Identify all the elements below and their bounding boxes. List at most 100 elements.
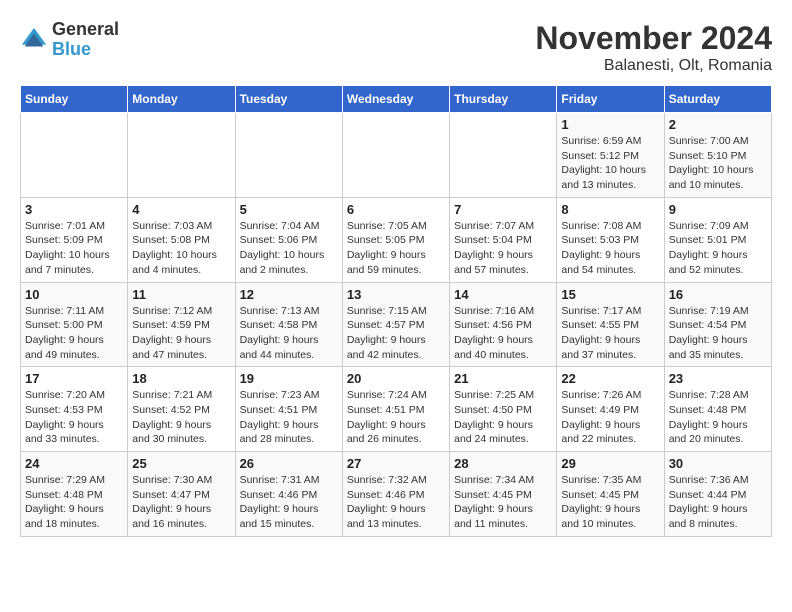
calendar-cell: 2 Sunrise: 7:00 AM Sunset: 5:10 PM Daylig… xyxy=(664,113,771,198)
day-info: Sunrise: 7:15 AM Sunset: 4:57 PM Dayligh… xyxy=(347,304,445,363)
day-number: 26 xyxy=(240,456,338,471)
calendar-cell: 26Sunrise: 7:31 AM Sunset: 4:46 PM Dayli… xyxy=(235,452,342,537)
day-number: 22 xyxy=(561,371,659,386)
day-info: Sunrise: 7:35 AM Sunset: 4:45 PM Dayligh… xyxy=(561,473,659,532)
calendar-week-row: 24Sunrise: 7:29 AM Sunset: 4:48 PM Dayli… xyxy=(21,452,772,537)
calendar-cell: 7Sunrise: 7:07 AM Sunset: 5:04 PM Daylig… xyxy=(450,197,557,282)
calendar-cell: 14 Sunrise: 7:16 AM Sunset: 4:56 PM Dayli… xyxy=(450,282,557,367)
weekday-row: SundayMondayTuesdayWednesdayThursdayFrid… xyxy=(21,86,772,113)
day-number: 11 xyxy=(132,287,230,302)
day-number: 28 xyxy=(454,456,552,471)
day-number: 8 xyxy=(561,202,659,217)
calendar-cell: 18Sunrise: 7:21 AM Sunset: 4:52 PM Dayli… xyxy=(128,367,235,452)
day-info: Sunrise: 7:34 AM Sunset: 4:45 PM Dayligh… xyxy=(454,473,552,532)
day-number: 24 xyxy=(25,456,123,471)
day-info: Sunrise: 7:07 AM Sunset: 5:04 PM Dayligh… xyxy=(454,219,552,278)
calendar-cell: 4 Sunrise: 7:03 AM Sunset: 5:08 PM Daylig… xyxy=(128,197,235,282)
day-info: Sunrise: 7:23 AM Sunset: 4:51 PM Dayligh… xyxy=(240,388,338,447)
day-info: Sunrise: 7:00 AM Sunset: 5:10 PM Dayligh… xyxy=(669,134,767,193)
day-info: Sunrise: 7:13 AM Sunset: 4:58 PM Dayligh… xyxy=(240,304,338,363)
calendar-header: SundayMondayTuesdayWednesdayThursdayFrid… xyxy=(21,86,772,113)
calendar-cell xyxy=(128,113,235,198)
logo-text: General Blue xyxy=(52,20,119,60)
day-info: Sunrise: 7:05 AM Sunset: 5:05 PM Dayligh… xyxy=(347,219,445,278)
page-header: General Blue November 2024 Balanesti, Ol… xyxy=(20,20,772,75)
day-number: 5 xyxy=(240,202,338,217)
calendar-cell: 12 Sunrise: 7:13 AM Sunset: 4:58 PM Dayli… xyxy=(235,282,342,367)
calendar-cell: 25Sunrise: 7:30 AM Sunset: 4:47 PM Dayli… xyxy=(128,452,235,537)
calendar-cell: 16 Sunrise: 7:19 AM Sunset: 4:54 PM Dayli… xyxy=(664,282,771,367)
day-info: Sunrise: 7:32 AM Sunset: 4:46 PM Dayligh… xyxy=(347,473,445,532)
day-number: 3 xyxy=(25,202,123,217)
day-info: Sunrise: 7:12 AM Sunset: 4:59 PM Dayligh… xyxy=(132,304,230,363)
page-title: November 2024 xyxy=(535,20,772,57)
calendar-cell: 8Sunrise: 7:08 AM Sunset: 5:03 PM Daylig… xyxy=(557,197,664,282)
day-number: 17 xyxy=(25,371,123,386)
day-number: 15 xyxy=(561,287,659,302)
day-info: Sunrise: 7:26 AM Sunset: 4:49 PM Dayligh… xyxy=(561,388,659,447)
day-info: Sunrise: 7:19 AM Sunset: 4:54 PM Dayligh… xyxy=(669,304,767,363)
page-subtitle: Balanesti, Olt, Romania xyxy=(535,57,772,75)
calendar-cell xyxy=(450,113,557,198)
calendar-cell: 9 Sunrise: 7:09 AM Sunset: 5:01 PM Daylig… xyxy=(664,197,771,282)
logo-line2: Blue xyxy=(52,40,119,60)
day-info: Sunrise: 7:11 AM Sunset: 5:00 PM Dayligh… xyxy=(25,304,123,363)
calendar-cell: 5 Sunrise: 7:04 AM Sunset: 5:06 PM Daylig… xyxy=(235,197,342,282)
calendar-week-row: 1Sunrise: 6:59 AM Sunset: 5:12 PM Daylig… xyxy=(21,113,772,198)
calendar-cell: 3Sunrise: 7:01 AM Sunset: 5:09 PM Daylig… xyxy=(21,197,128,282)
calendar-cell xyxy=(235,113,342,198)
calendar-cell: 19 Sunrise: 7:23 AM Sunset: 4:51 PM Dayli… xyxy=(235,367,342,452)
calendar-cell: 10 Sunrise: 7:11 AM Sunset: 5:00 PM Dayli… xyxy=(21,282,128,367)
day-number: 12 xyxy=(240,287,338,302)
day-number: 21 xyxy=(454,371,552,386)
weekday-header: Monday xyxy=(128,86,235,113)
day-number: 20 xyxy=(347,371,445,386)
title-block: November 2024 Balanesti, Olt, Romania xyxy=(535,20,772,75)
calendar-cell: 23 Sunrise: 7:28 AM Sunset: 4:48 PM Dayli… xyxy=(664,367,771,452)
day-info: Sunrise: 7:28 AM Sunset: 4:48 PM Dayligh… xyxy=(669,388,767,447)
day-info: Sunrise: 7:36 AM Sunset: 4:44 PM Dayligh… xyxy=(669,473,767,532)
day-info: Sunrise: 7:16 AM Sunset: 4:56 PM Dayligh… xyxy=(454,304,552,363)
day-info: Sunrise: 7:24 AM Sunset: 4:51 PM Dayligh… xyxy=(347,388,445,447)
logo-line1: General xyxy=(52,20,119,40)
day-info: Sunrise: 7:21 AM Sunset: 4:52 PM Dayligh… xyxy=(132,388,230,447)
day-info: Sunrise: 7:30 AM Sunset: 4:47 PM Dayligh… xyxy=(132,473,230,532)
calendar-cell: 13Sunrise: 7:15 AM Sunset: 4:57 PM Dayli… xyxy=(342,282,449,367)
day-number: 16 xyxy=(669,287,767,302)
calendar-cell: 6 Sunrise: 7:05 AM Sunset: 5:05 PM Daylig… xyxy=(342,197,449,282)
day-info: Sunrise: 7:25 AM Sunset: 4:50 PM Dayligh… xyxy=(454,388,552,447)
day-info: Sunrise: 7:04 AM Sunset: 5:06 PM Dayligh… xyxy=(240,219,338,278)
calendar-week-row: 17Sunrise: 7:20 AM Sunset: 4:53 PM Dayli… xyxy=(21,367,772,452)
weekday-header: Saturday xyxy=(664,86,771,113)
calendar-cell: 15 Sunrise: 7:17 AM Sunset: 4:55 PM Dayli… xyxy=(557,282,664,367)
day-number: 23 xyxy=(669,371,767,386)
calendar-cell: 28 Sunrise: 7:34 AM Sunset: 4:45 PM Dayli… xyxy=(450,452,557,537)
day-info: Sunrise: 7:03 AM Sunset: 5:08 PM Dayligh… xyxy=(132,219,230,278)
day-info: Sunrise: 6:59 AM Sunset: 5:12 PM Dayligh… xyxy=(561,134,659,193)
weekday-header: Sunday xyxy=(21,86,128,113)
calendar-cell: 21 Sunrise: 7:25 AM Sunset: 4:50 PM Dayli… xyxy=(450,367,557,452)
day-number: 9 xyxy=(669,202,767,217)
calendar-cell xyxy=(21,113,128,198)
calendar-cell: 11 Sunrise: 7:12 AM Sunset: 4:59 PM Dayli… xyxy=(128,282,235,367)
day-info: Sunrise: 7:17 AM Sunset: 4:55 PM Dayligh… xyxy=(561,304,659,363)
calendar-cell: 1Sunrise: 6:59 AM Sunset: 5:12 PM Daylig… xyxy=(557,113,664,198)
day-info: Sunrise: 7:09 AM Sunset: 5:01 PM Dayligh… xyxy=(669,219,767,278)
weekday-header: Wednesday xyxy=(342,86,449,113)
weekday-header: Thursday xyxy=(450,86,557,113)
calendar-week-row: 10 Sunrise: 7:11 AM Sunset: 5:00 PM Dayli… xyxy=(21,282,772,367)
calendar-cell: 22 Sunrise: 7:26 AM Sunset: 4:49 PM Dayli… xyxy=(557,367,664,452)
day-number: 10 xyxy=(25,287,123,302)
day-number: 14 xyxy=(454,287,552,302)
calendar-table: SundayMondayTuesdayWednesdayThursdayFrid… xyxy=(20,85,772,537)
day-number: 29 xyxy=(561,456,659,471)
day-number: 6 xyxy=(347,202,445,217)
calendar-cell xyxy=(342,113,449,198)
calendar-week-row: 3Sunrise: 7:01 AM Sunset: 5:09 PM Daylig… xyxy=(21,197,772,282)
calendar-cell: 29 Sunrise: 7:35 AM Sunset: 4:45 PM Dayli… xyxy=(557,452,664,537)
day-number: 4 xyxy=(132,202,230,217)
day-number: 2 xyxy=(669,117,767,132)
weekday-header: Friday xyxy=(557,86,664,113)
day-number: 19 xyxy=(240,371,338,386)
calendar-cell: 30Sunrise: 7:36 AM Sunset: 4:44 PM Dayli… xyxy=(664,452,771,537)
